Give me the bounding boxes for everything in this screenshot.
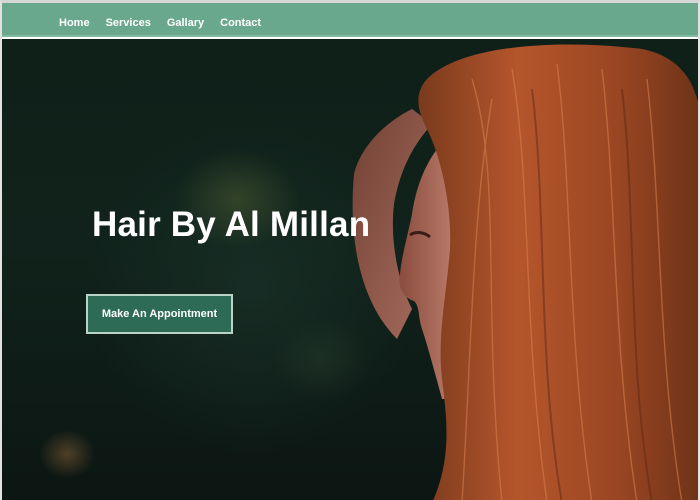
nav-menu: Home Services Gallary Contact: [59, 16, 277, 30]
hero-title: Hair By Al Millan: [92, 205, 371, 244]
hair-shape: [418, 44, 698, 500]
hero-section: Hair By Al Millan Make An Appointment: [2, 39, 698, 500]
hero-photo-woman-red-hair: [352, 44, 698, 500]
browser-viewport: Home Services Gallary Contact Hair By Al…: [0, 0, 700, 500]
nav-item-gallery[interactable]: Gallary: [167, 16, 204, 30]
navbar: Home Services Gallary Contact: [2, 3, 698, 37]
nav-item-services[interactable]: Services: [106, 16, 151, 30]
nav-item-contact[interactable]: Contact: [220, 16, 261, 30]
nav-item-home[interactable]: Home: [59, 16, 90, 30]
make-appointment-button[interactable]: Make An Appointment: [86, 294, 233, 334]
